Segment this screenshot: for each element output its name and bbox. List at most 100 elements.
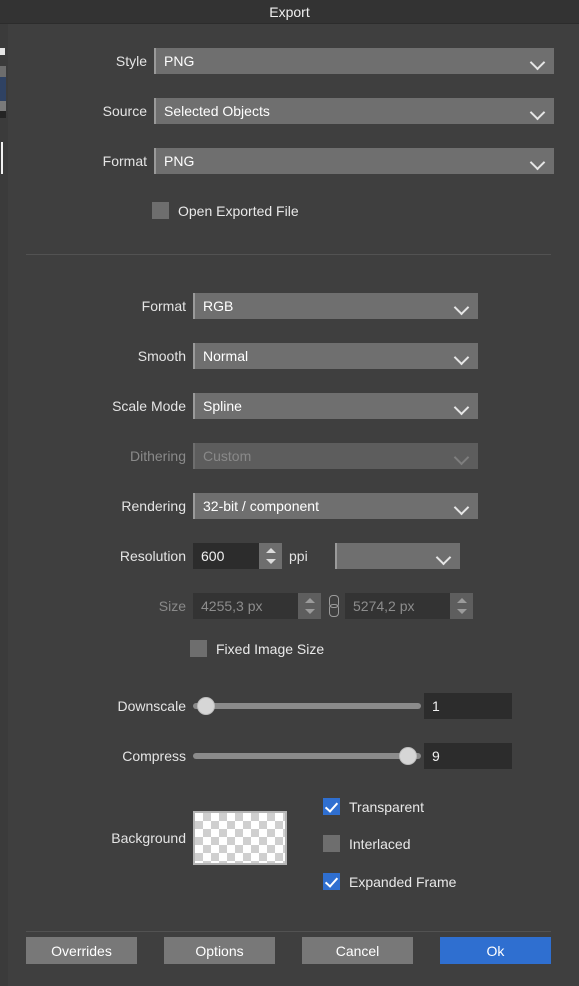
slider-handle[interactable]	[399, 747, 417, 765]
expanded-frame-label: Expanded Frame	[349, 873, 457, 890]
background-artifact-mark	[1, 142, 3, 174]
color-format-value: RGB	[203, 298, 234, 314]
smooth-dropdown[interactable]: Normal	[193, 343, 478, 369]
checkbox-box	[152, 202, 169, 219]
size-row: Size 4255,3 px 5274,2 px	[8, 593, 473, 619]
resolution-row: Resolution 600 ppi	[8, 543, 460, 569]
scale-mode-row: Scale Mode Spline	[8, 393, 478, 419]
interlaced-label: Interlaced	[349, 835, 411, 852]
expanded-frame-checkbox[interactable]: Expanded Frame	[323, 873, 456, 890]
slider-track	[193, 753, 421, 759]
chevron-down-icon	[531, 57, 545, 65]
background-artifact-mark	[0, 101, 6, 111]
chevron-down-icon	[531, 107, 545, 115]
style-row: Style PNG	[8, 48, 559, 74]
fixed-image-size-checkbox[interactable]: Fixed Image Size	[190, 640, 324, 657]
options-button-label: Options	[195, 942, 244, 959]
resolution-stepper[interactable]	[259, 543, 282, 569]
dialog-title: Export	[269, 4, 310, 20]
options-button[interactable]: Options	[164, 937, 275, 964]
downscale-value-field[interactable]: 1	[424, 693, 512, 719]
open-exported-file-label: Open Exported File	[178, 202, 299, 219]
size-width-value: 4255,3 px	[201, 598, 263, 614]
checkbox-box	[323, 835, 340, 852]
background-artifact-mark	[0, 48, 5, 55]
slider-track	[193, 703, 421, 709]
compress-row: Compress 9	[8, 743, 512, 769]
chevron-down-icon	[455, 452, 469, 460]
color-format-label: Format	[141, 298, 186, 314]
resolution-input[interactable]: 600	[193, 543, 282, 569]
rendering-dropdown[interactable]: 32-bit / component	[193, 493, 478, 519]
chevron-down-icon	[455, 352, 469, 360]
background-artifact-mark	[0, 111, 6, 118]
size-width-input: 4255,3 px	[193, 593, 321, 619]
chevron-down-icon	[455, 402, 469, 410]
resolution-preset-dropdown[interactable]	[334, 543, 460, 569]
file-format-value: PNG	[164, 153, 195, 169]
source-dropdown[interactable]: Selected Objects	[154, 98, 554, 124]
smooth-row: Smooth Normal	[8, 343, 478, 369]
compress-slider[interactable]	[193, 745, 421, 767]
transparent-label: Transparent	[349, 798, 424, 815]
background-label: Background	[111, 830, 186, 846]
chevron-down-icon	[455, 502, 469, 510]
dithering-value: Custom	[203, 448, 252, 464]
downscale-row: Downscale 1	[8, 693, 512, 719]
color-format-dropdown[interactable]: RGB	[193, 293, 478, 319]
checkbox-box	[323, 798, 340, 815]
checkbox-box	[323, 873, 340, 890]
dialog-titlebar: Export	[0, 0, 579, 24]
resolution-value: 600	[201, 548, 225, 564]
ok-button[interactable]: Ok	[440, 937, 551, 964]
dithering-dropdown: Custom	[193, 443, 478, 469]
file-format-row: Format PNG	[8, 148, 559, 174]
resolution-unit: ppi	[289, 548, 308, 564]
background-artifact-mark	[0, 77, 6, 101]
downscale-label: Downscale	[117, 698, 186, 714]
size-height-value: 5274,2 px	[353, 598, 415, 614]
section-divider	[26, 254, 551, 255]
rendering-label: Rendering	[121, 498, 186, 514]
ok-button-label: Ok	[486, 942, 505, 959]
smooth-value: Normal	[203, 348, 249, 364]
background-row: Background	[8, 811, 287, 865]
size-height-input: 5274,2 px	[345, 593, 473, 619]
chevron-down-icon	[531, 157, 545, 165]
compress-value: 9	[432, 748, 440, 764]
background-artifact-mark	[0, 66, 6, 77]
style-label: Style	[115, 53, 147, 69]
compress-value-field[interactable]: 9	[424, 743, 512, 769]
overrides-button[interactable]: Overrides	[26, 937, 137, 964]
size-width-stepper	[298, 593, 321, 619]
downscale-value: 1	[432, 698, 440, 714]
dithering-label: Dithering	[129, 448, 186, 464]
size-label: Size	[158, 598, 186, 614]
resolution-label: Resolution	[119, 548, 186, 564]
transparent-checkbox[interactable]: Transparent	[323, 798, 424, 815]
rendering-row: Rendering 32-bit / component	[8, 493, 478, 519]
color-format-row: Format RGB	[8, 293, 478, 319]
cancel-button[interactable]: Cancel	[302, 937, 413, 964]
background-color-swatch[interactable]	[193, 811, 287, 865]
downscale-slider[interactable]	[193, 695, 421, 717]
footer-divider	[26, 931, 551, 932]
chevron-down-icon	[455, 302, 469, 310]
size-height-stepper	[450, 593, 473, 619]
chain-link-icon[interactable]	[326, 595, 340, 617]
fixed-image-size-label: Fixed Image Size	[216, 640, 325, 657]
scale-mode-label: Scale Mode	[112, 398, 186, 414]
source-value: Selected Objects	[164, 103, 270, 119]
open-exported-file-checkbox[interactable]: Open Exported File	[152, 202, 299, 219]
scale-mode-value: Spline	[203, 398, 242, 414]
chevron-down-icon	[437, 552, 451, 560]
smooth-label: Smooth	[137, 348, 186, 364]
export-dialog: Style PNG Source Selected Objects Format…	[8, 24, 579, 986]
compress-label: Compress	[122, 748, 186, 764]
scale-mode-dropdown[interactable]: Spline	[193, 393, 478, 419]
style-dropdown[interactable]: PNG	[154, 48, 554, 74]
dithering-row: Dithering Custom	[8, 443, 478, 469]
slider-handle[interactable]	[197, 697, 215, 715]
file-format-dropdown[interactable]: PNG	[154, 148, 554, 174]
interlaced-checkbox[interactable]: Interlaced	[323, 835, 410, 852]
